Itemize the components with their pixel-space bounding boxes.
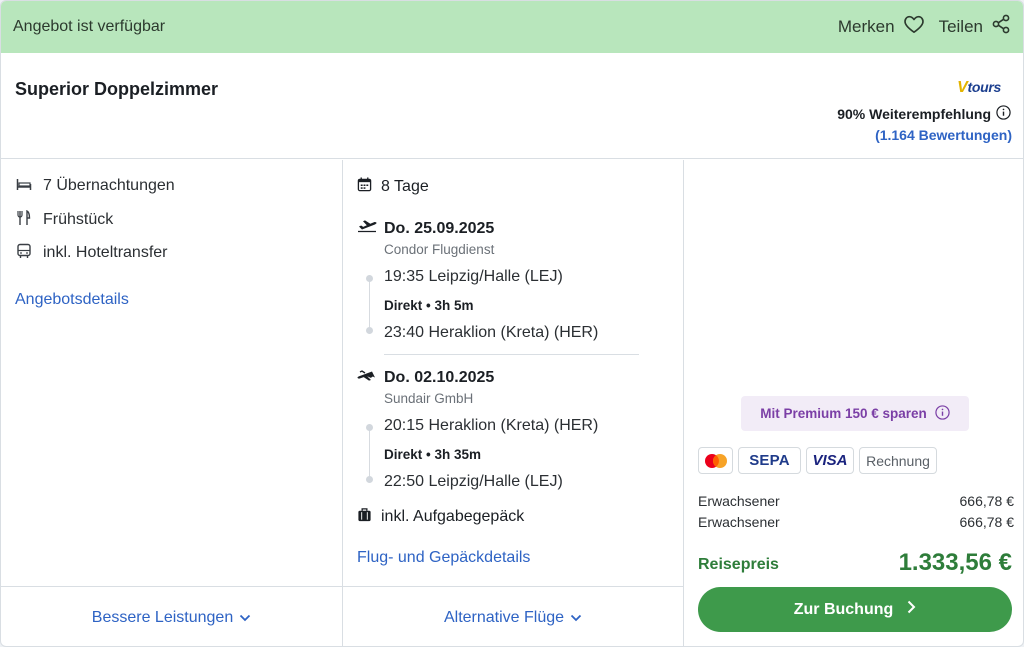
- total-price-label: Reisepreis: [698, 556, 779, 573]
- pricing-column: Mit Premium 150 € sparen SEPA VISA Rechn…: [684, 160, 1023, 586]
- topbar-actions: Merken Teilen: [838, 14, 1011, 39]
- offer-header: Superior Doppelzimmer Vtours 90% Weitere…: [1, 53, 1023, 159]
- heart-icon: [903, 14, 925, 39]
- outbound-departure: 19:35 Leipzig/Halle (LEJ): [384, 268, 563, 285]
- share-button[interactable]: Teilen: [939, 14, 1011, 39]
- return-arrival: 22:50 Leipzig/Halle (LEJ): [384, 473, 563, 490]
- visa-icon: VISA: [806, 447, 854, 474]
- return-arrival-dot: [366, 476, 373, 483]
- baggage-item: inkl. Aufgabegepäck: [357, 507, 524, 527]
- return-departure: 20:15 Heraklion (Kreta) (HER): [384, 417, 599, 434]
- better-services-label: Bessere Leistungen: [91, 608, 234, 626]
- recommendation-text: 90% Weiterempfehlung: [837, 106, 991, 122]
- premium-text: Mit Premium 150 € sparen: [760, 406, 927, 421]
- payment-methods: SEPA VISA Rechnung: [698, 447, 937, 474]
- return-direct-info: Direkt • 3h 35m: [384, 447, 482, 462]
- plane-return-icon: [357, 368, 377, 387]
- outbound-departure-dot: [366, 275, 373, 282]
- tour-operator-logo: Vtours: [957, 79, 1001, 97]
- nights-text: 7 Übernachtungen: [43, 177, 175, 194]
- offer-details-link[interactable]: Angebotsdetails: [15, 291, 129, 309]
- cutlery-icon: [15, 209, 33, 230]
- better-services-button[interactable]: Bessere Leistungen: [1, 586, 343, 646]
- availability-bar: Angebot ist verfügbar Merken Teilen: [1, 1, 1023, 53]
- flight-divider: [384, 354, 639, 355]
- outbound-flight-header: Do. 25.09.2025: [357, 219, 494, 238]
- invoice-payment-badge: Rechnung: [859, 447, 937, 474]
- outbound-timeline: [369, 280, 370, 332]
- board-item: Frühstück: [15, 209, 114, 230]
- chevron-down-icon: [239, 609, 251, 627]
- save-button[interactable]: Merken: [838, 14, 925, 39]
- share-label: Teilen: [938, 16, 983, 36]
- availability-text: Angebot ist verfügbar: [13, 18, 166, 35]
- invoice-label: Rechnung: [866, 452, 930, 469]
- total-price-value: 1.333,56 €: [898, 549, 1012, 576]
- traveler-price: 666,78 €: [959, 493, 1015, 509]
- baggage-text: inkl. Aufgabegepäck: [381, 508, 525, 525]
- offer-card: Angebot ist verfügbar Merken Teilen Supe…: [0, 0, 1024, 647]
- save-label: Merken: [837, 16, 895, 36]
- return-departure-dot: [366, 424, 373, 431]
- outbound-direct-info: Direkt • 3h 5m: [384, 298, 474, 313]
- return-flight-header: Do. 02.10.2025: [357, 368, 494, 387]
- return-timeline: [369, 429, 370, 481]
- traveler-price: 666,78 €: [959, 514, 1015, 530]
- info-icon[interactable]: [935, 404, 950, 423]
- room-title: Superior Doppelzimmer: [15, 79, 219, 99]
- logo-text: tours: [967, 79, 1001, 95]
- premium-savings-badge[interactable]: Mit Premium 150 € sparen: [741, 396, 969, 431]
- flight-column: 8 Tage Do. 25.09.2025 Condor Flugdienst …: [343, 160, 684, 586]
- recommendation-rate: 90% Weiterempfehlung: [837, 105, 1011, 123]
- outbound-date: Do. 25.09.2025: [384, 219, 495, 237]
- reviews-link[interactable]: (1.164 Bewertungen): [875, 127, 1012, 143]
- outbound-arrival-dot: [366, 327, 373, 334]
- logo-initial: V: [957, 79, 968, 96]
- traveler-label: Erwachsener: [698, 493, 780, 509]
- book-label: Zur Buchung: [793, 600, 894, 618]
- plane-departure-icon: [357, 219, 377, 238]
- calendar-icon: [357, 177, 372, 197]
- outbound-arrival: 23:40 Heraklion (Kreta) (HER): [384, 324, 599, 341]
- sepa-icon: SEPA: [738, 447, 801, 474]
- hotel-features-column: 7 Übernachtungen Frühstück inkl. Hoteltr…: [1, 160, 343, 586]
- book-button[interactable]: Zur Buchung: [698, 587, 1012, 632]
- trip-duration: 8 Tage: [357, 177, 429, 197]
- mastercard-icon: [698, 447, 733, 474]
- chevron-right-icon: [907, 600, 916, 619]
- traveler-label: Erwachsener: [698, 514, 780, 530]
- bus-icon: [15, 243, 33, 263]
- alternative-flights-label: Alternative Flüge: [443, 608, 565, 626]
- nights-item: 7 Übernachtungen: [15, 177, 175, 195]
- return-airline: Sundair GmbH: [384, 391, 474, 406]
- duration-text: 8 Tage: [381, 178, 429, 195]
- alternative-flights-button[interactable]: Alternative Flüge: [343, 586, 684, 646]
- outbound-airline: Condor Flugdienst: [384, 242, 495, 257]
- flight-details-link[interactable]: Flug- und Gepäckdetails: [357, 549, 530, 567]
- visa-label: VISA: [812, 452, 848, 469]
- traveler-price-row: Erwachsener 666,78 €: [698, 493, 1014, 509]
- suitcase-icon: [357, 507, 372, 527]
- board-text: Frühstück: [43, 211, 114, 228]
- info-icon[interactable]: [996, 105, 1011, 123]
- bed-icon: [15, 178, 33, 195]
- share-icon: [991, 14, 1011, 39]
- transfer-item: inkl. Hoteltransfer: [15, 243, 168, 263]
- sepa-label: SEPA: [749, 452, 790, 469]
- chevron-down-icon: [570, 609, 582, 627]
- traveler-price-row: Erwachsener 666,78 €: [698, 514, 1014, 530]
- transfer-text: inkl. Hoteltransfer: [43, 244, 168, 261]
- return-date: Do. 02.10.2025: [384, 368, 495, 386]
